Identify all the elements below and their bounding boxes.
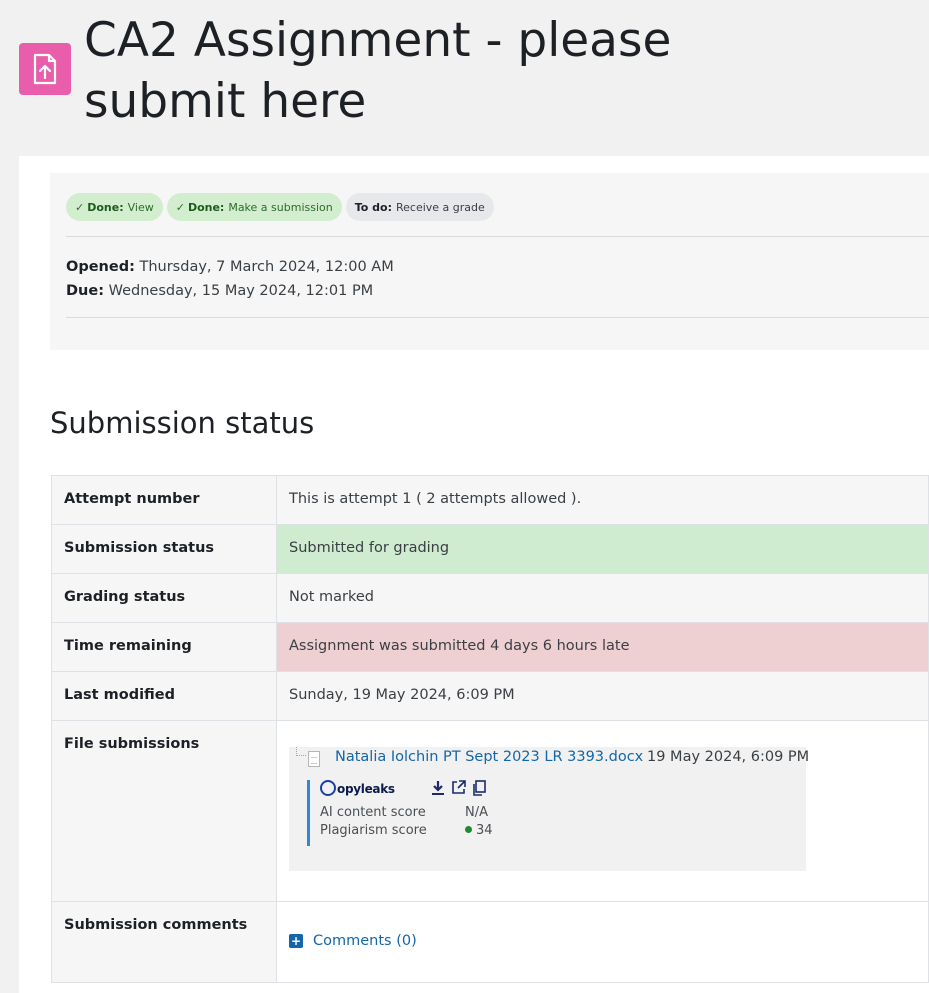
table-row: Time remaining Assignment was submitted … bbox=[51, 622, 929, 672]
row-label: Time remaining bbox=[51, 622, 277, 672]
copyleaks-panel: opyleaks AI content score N/A Plagiarism… bbox=[307, 780, 493, 846]
copyleaks-c-icon bbox=[320, 780, 336, 796]
table-row: Submission status Submitted for grading bbox=[51, 524, 929, 574]
divider bbox=[66, 317, 929, 318]
row-label: Grading status bbox=[51, 573, 277, 623]
page-title: CA2 Assignment - please submit here bbox=[84, 13, 672, 129]
due-value: Wednesday, 15 May 2024, 12:01 PM bbox=[108, 283, 374, 299]
submission-status-table: Attempt number This is attempt 1 ( 2 att… bbox=[51, 475, 929, 983]
row-label: Submission comments bbox=[51, 901, 277, 983]
table-row: Grading status Not marked bbox=[51, 573, 929, 623]
badge-label: View bbox=[127, 200, 154, 214]
activity-header: ✓ Done: View ✓ Done: Make a submission T… bbox=[50, 173, 929, 350]
ai-score-label: AI content score bbox=[320, 805, 426, 820]
document-icon bbox=[308, 751, 320, 767]
opened-date: Opened: Thursday, 7 March 2024, 12:00 AM bbox=[66, 255, 394, 279]
copyleaks-actions bbox=[431, 780, 486, 800]
submission-comments-cell: + Comments (0) bbox=[276, 901, 929, 983]
comments-toggle[interactable]: + Comments (0) bbox=[289, 933, 916, 949]
check-icon: ✓ bbox=[75, 200, 85, 214]
badge-label: Make a submission bbox=[228, 200, 333, 214]
copy-icon[interactable] bbox=[472, 780, 486, 800]
table-row: Submission comments + Comments (0) bbox=[51, 901, 929, 983]
badge-state: Done: bbox=[87, 200, 124, 214]
table-row: Last modified Sunday, 19 May 2024, 6:09 … bbox=[51, 671, 929, 721]
row-label: Submission status bbox=[51, 524, 277, 574]
submission-status-heading: Submission status bbox=[50, 406, 315, 440]
plagiarism-score: Plagiarism score 34 bbox=[320, 822, 493, 840]
badge-label: Receive a grade bbox=[395, 200, 485, 214]
activity-dates: Opened: Thursday, 7 March 2024, 12:00 AM… bbox=[66, 255, 394, 303]
completion-badge-grade: To do: Receive a grade bbox=[345, 193, 494, 221]
table-row: File submissions Natalia Iolchin PT Sept… bbox=[51, 720, 929, 902]
plagiarism-score-value: 34 bbox=[476, 823, 493, 838]
open-external-icon[interactable] bbox=[451, 780, 466, 800]
row-value: This is attempt 1 ( 2 attempts allowed )… bbox=[276, 475, 929, 525]
completion-badges: ✓ Done: View ✓ Done: Make a submission T… bbox=[66, 193, 494, 221]
opened-label: Opened: bbox=[66, 259, 135, 275]
row-label: File submissions bbox=[51, 720, 277, 902]
page-header: CA2 Assignment - please submit here bbox=[0, 0, 929, 156]
divider bbox=[66, 236, 929, 237]
download-icon[interactable] bbox=[431, 780, 445, 800]
ai-content-score: AI content score N/A bbox=[320, 804, 493, 822]
assignment-upload-icon bbox=[19, 43, 71, 95]
row-label: Last modified bbox=[51, 671, 277, 721]
expand-plus-icon: + bbox=[289, 934, 303, 948]
comments-link-label: Comments (0) bbox=[313, 933, 417, 949]
submission-status-value: Submitted for grading bbox=[276, 524, 929, 574]
row-value: Not marked bbox=[276, 573, 929, 623]
row-label: Attempt number bbox=[51, 475, 277, 525]
badge-state: Done: bbox=[187, 200, 225, 214]
main-content: ✓ Done: View ✓ Done: Make a submission T… bbox=[19, 156, 929, 993]
completion-badge-submission: ✓ Done: Make a submission bbox=[166, 193, 342, 221]
file-date: 19 May 2024, 6:09 PM bbox=[647, 749, 810, 765]
ai-score-value: N/A bbox=[465, 805, 488, 820]
file-submission-box: Natalia Iolchin PT Sept 2023 LR 3393.doc… bbox=[289, 747, 810, 871]
status-dot-icon bbox=[465, 826, 472, 833]
table-row: Attempt number This is attempt 1 ( 2 att… bbox=[51, 475, 929, 525]
tree-connector bbox=[296, 747, 306, 756]
opened-value: Thursday, 7 March 2024, 12:00 AM bbox=[139, 259, 394, 275]
plagiarism-score-label: Plagiarism score bbox=[320, 823, 427, 838]
copyleaks-logo-text: opyleaks bbox=[337, 782, 395, 796]
completion-badge-view: ✓ Done: View bbox=[66, 193, 163, 221]
due-date: Due: Wednesday, 15 May 2024, 12:01 PM bbox=[66, 279, 394, 303]
row-value: Sunday, 19 May 2024, 6:09 PM bbox=[276, 671, 929, 721]
file-submissions-cell: Natalia Iolchin PT Sept 2023 LR 3393.doc… bbox=[276, 720, 929, 902]
file-link[interactable]: Natalia Iolchin PT Sept 2023 LR 3393.doc… bbox=[335, 749, 643, 765]
check-icon: ✓ bbox=[175, 200, 185, 214]
due-label: Due: bbox=[66, 283, 104, 299]
badge-state: To do: bbox=[354, 200, 392, 214]
time-remaining-value: Assignment was submitted 4 days 6 hours … bbox=[276, 622, 929, 672]
